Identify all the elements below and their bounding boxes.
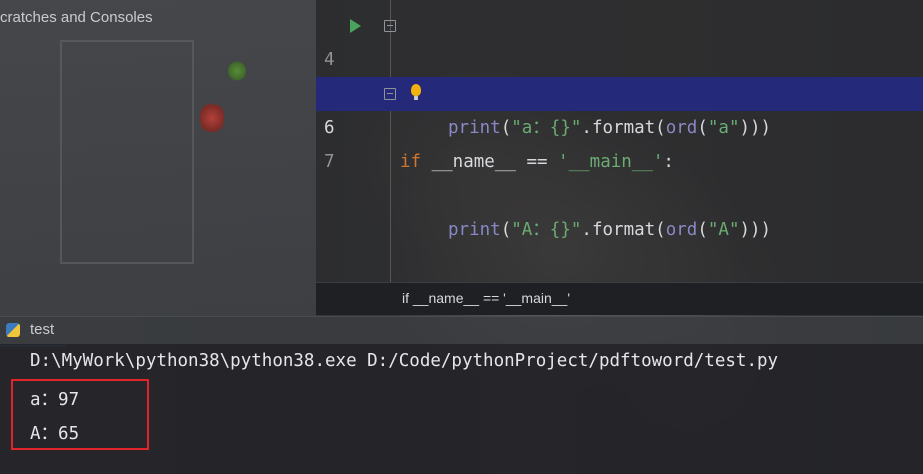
run-tab-test[interactable]: test <box>0 317 66 347</box>
scratches-and-consoles-item[interactable]: cratches and Consoles <box>0 9 153 26</box>
breadcrumb-item[interactable]: if __name__ == '__main__' <box>402 290 570 306</box>
python-icon <box>6 323 20 337</box>
code-text: if __name__ == '__main__': <box>400 152 674 172</box>
background-flower <box>200 100 224 136</box>
run-tab-label: test <box>30 321 55 338</box>
project-panel: cratches and Consoles <box>0 0 316 316</box>
code-line-4[interactable]: 4 if __name__ == '__main__': <box>316 9 923 172</box>
run-icon[interactable] <box>350 19 361 33</box>
line-number: 7 <box>324 152 335 172</box>
output-highlight-box <box>11 379 149 450</box>
background-window-frame <box>60 40 194 264</box>
code-line-6[interactable]: 6 print("A：{}".format(ord("A"))) <box>316 77 923 240</box>
fold-icon[interactable] <box>384 20 396 32</box>
console-line-command: D:\MyWork\python38\python38.exe D:/Code/… <box>30 351 779 371</box>
run-tool-window-header: test <box>0 316 923 347</box>
fold-end-icon[interactable] <box>384 88 396 100</box>
background-bird <box>228 60 246 82</box>
lightbulb-icon[interactable] <box>411 84 421 100</box>
breadcrumb[interactable]: if __name__ == '__main__' <box>316 282 923 315</box>
code-line-5[interactable]: 5 print("a：{}".format(ord("a"))) <box>316 43 923 138</box>
code-text: print("A：{}".format(ord("A"))) <box>448 220 772 240</box>
code-line-7[interactable]: 7 <box>316 111 923 172</box>
